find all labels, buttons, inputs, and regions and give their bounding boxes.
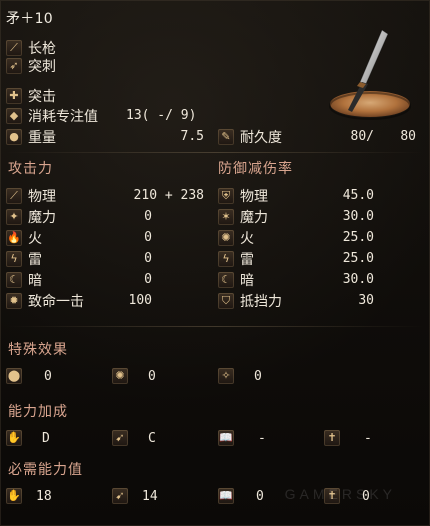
dark-shield-icon: ☾ [218, 272, 234, 288]
weapon-type-icon: ⟋ [6, 40, 22, 56]
section-divider-2 [6, 326, 424, 327]
defense-name-fire: 火 [240, 231, 254, 247]
defense-name-dark: 暗 [240, 273, 254, 289]
defense-value-stability: 30 [358, 293, 374, 308]
attack-value-physical: 210 + 238 [133, 188, 204, 203]
lightning-shield-icon: ϟ [218, 251, 234, 267]
weapon-illustration [316, 24, 424, 120]
dexterity-requirement: 14 [142, 489, 158, 504]
attack-value-lightning: 0 [144, 251, 152, 266]
weapon-type-text: 长枪 [28, 41, 56, 57]
fire-shield-icon: ✺ [218, 230, 234, 246]
attack-name-physical: 物理 [28, 189, 56, 205]
attack-name-magic: 魔力 [28, 210, 56, 226]
attack-value-dark: 0 [144, 272, 152, 287]
bleed-value: 0 [44, 369, 52, 384]
sword-icon: ⟋ [6, 188, 22, 204]
skill-icon: ✚ [6, 88, 22, 104]
defense-value-dark: 30.0 [342, 272, 374, 287]
strength-requirement: 18 [36, 489, 52, 504]
attack-type-icon: ➶ [6, 58, 22, 74]
fp-cost-icon: ◆ [6, 108, 22, 124]
attack-value-fire: 0 [144, 230, 152, 245]
poison-icon: ✺ [112, 368, 128, 384]
lightning-icon: ϟ [6, 251, 22, 267]
attack-value-magic: 0 [144, 209, 152, 224]
item-title: 矛＋10 [6, 11, 54, 27]
fire-icon: 🔥 [6, 230, 22, 246]
item-details-panel: 矛＋10 ⟋ 长枪 ➶ 突刺 ✚ 突击 ◆ 消耗专注值 13(-/ 9) ● … [0, 0, 430, 526]
skill-text: 突击 [28, 89, 56, 105]
strength-icon: ✋ [6, 430, 22, 446]
section-divider [6, 152, 424, 153]
intelligence-icon: 📖 [218, 430, 234, 446]
fp-cost-label: 消耗专注值 [28, 109, 98, 125]
durability-icon: ✎ [218, 129, 234, 145]
shield-icon: ⛨ [218, 188, 234, 204]
defense-name-lightning: 雷 [240, 252, 254, 268]
defense-value-lightning: 25.0 [342, 251, 374, 266]
intelligence-requirement: 0 [256, 489, 264, 504]
durability-max: 80 [400, 129, 416, 144]
requirements-title: 必需能力值 [8, 462, 83, 478]
weight-label: 重量 [28, 130, 56, 146]
defense-value-fire: 25.0 [342, 230, 374, 245]
magic-shield-icon: ✶ [218, 209, 234, 225]
poison-value: 0 [148, 369, 156, 384]
faith-scaling: - [364, 431, 372, 446]
attack-value-critical: 100 [128, 293, 152, 308]
defense-name-stability: 抵挡力 [240, 294, 282, 310]
dexterity-scaling: C [148, 431, 156, 446]
defense-name-physical: 物理 [240, 189, 268, 205]
watermark: GAMERSKY [284, 486, 396, 502]
critical-icon: ✹ [6, 293, 22, 309]
faith-icon: ✝ [324, 430, 340, 446]
special-effects-title: 特殊效果 [8, 342, 68, 358]
attack-type-text: 突刺 [28, 59, 56, 75]
defense-section-title: 防御减伤率 [218, 161, 293, 177]
intelligence-req-icon: 📖 [218, 488, 234, 504]
attack-name-critical: 致命一击 [28, 294, 84, 310]
durability-current: 80/ [350, 129, 374, 144]
strength-req-icon: ✋ [6, 488, 22, 504]
attack-name-lightning: 雷 [28, 252, 42, 268]
dexterity-icon: ➹ [112, 430, 128, 446]
attribute-bonus-title: 能力加成 [8, 404, 68, 420]
defense-value-magic: 30.0 [342, 209, 374, 224]
fp-cost-value: 13( -/ 9) [126, 108, 197, 123]
durability-label: 耐久度 [240, 130, 282, 146]
magic-icon: ✦ [6, 209, 22, 225]
weight-icon: ● [6, 129, 22, 145]
dark-icon: ☾ [6, 272, 22, 288]
intelligence-scaling: - [258, 431, 266, 446]
attack-name-dark: 暗 [28, 273, 42, 289]
attack-name-fire: 火 [28, 231, 42, 247]
dexterity-req-icon: ➹ [112, 488, 128, 504]
bleed-icon: ⬤ [6, 368, 22, 384]
strength-scaling: D [42, 431, 50, 446]
frost-icon: ✧ [218, 368, 234, 384]
weight-value: 7.5 [180, 129, 204, 144]
stability-icon: ⛉ [218, 293, 234, 309]
attack-section-title: 攻击力 [8, 161, 53, 177]
frost-value: 0 [254, 369, 262, 384]
defense-name-magic: 魔力 [240, 210, 268, 226]
defense-value-physical: 45.0 [342, 188, 374, 203]
